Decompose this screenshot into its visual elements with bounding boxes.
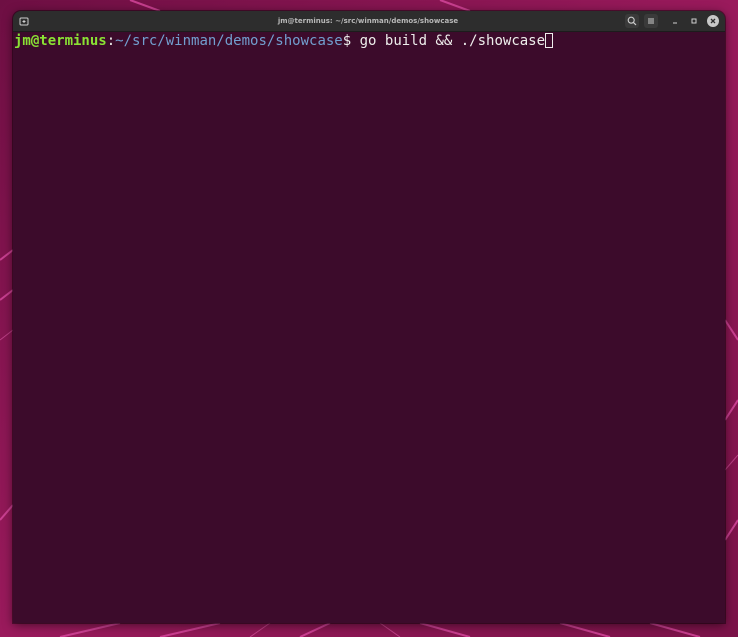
prompt-separator: : xyxy=(106,33,116,49)
prompt-user: jm@terminus xyxy=(14,33,107,49)
terminal-scrollbar[interactable] xyxy=(717,32,725,623)
search-icon xyxy=(627,16,637,26)
prompt-path: ~/src/winman/demos/showcase xyxy=(115,33,343,49)
minimize-button[interactable] xyxy=(668,14,682,28)
text-cursor xyxy=(545,33,554,48)
search-button[interactable] xyxy=(625,14,639,28)
new-tab-icon xyxy=(19,17,29,26)
hamburger-menu-icon xyxy=(648,18,654,24)
title-bar[interactable]: jm@terminus: ~/src/winman/demos/showcase xyxy=(13,11,725,32)
minimize-icon xyxy=(673,22,677,24)
maximize-icon xyxy=(691,18,697,24)
close-button[interactable] xyxy=(707,15,719,27)
command-text: go build && ./showcase xyxy=(351,33,546,49)
terminal-output[interactable]: jm@terminus:~/src/winman/demos/showcase$… xyxy=(13,32,715,623)
maximize-button[interactable] xyxy=(687,14,701,28)
prompt-symbol: $ xyxy=(342,33,352,49)
menu-button[interactable] xyxy=(644,14,658,28)
window-title: jm@terminus: ~/src/winman/demos/showcase xyxy=(277,17,459,25)
terminal-window: jm@terminus: ~/src/winman/demos/showcase xyxy=(13,11,725,623)
close-icon xyxy=(710,18,716,24)
new-tab-button[interactable] xyxy=(17,14,31,28)
prompt-line: jm@terminus:~/src/winman/demos/showcase$… xyxy=(14,32,554,50)
